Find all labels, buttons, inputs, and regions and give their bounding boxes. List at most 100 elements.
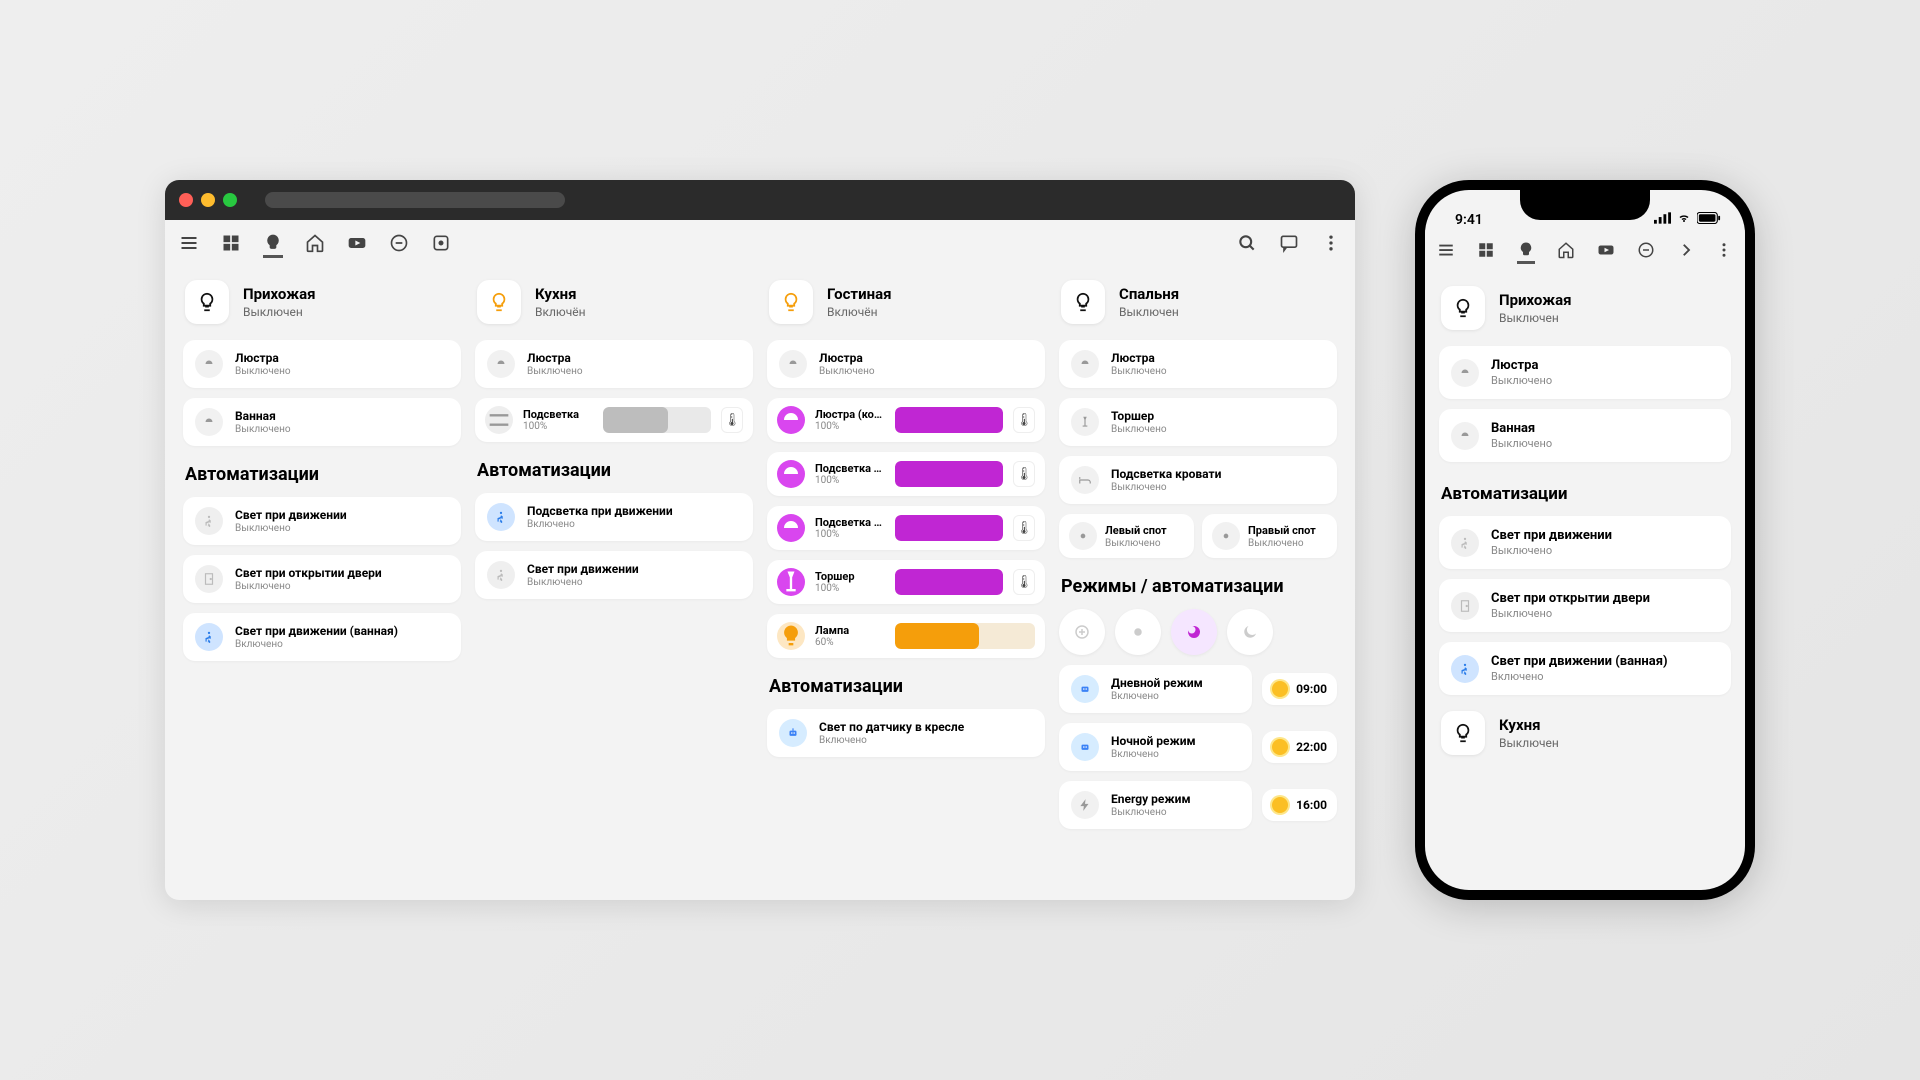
dashboard-icon[interactable]: [1477, 241, 1495, 259]
app-toolbar-mobile: [1425, 230, 1745, 270]
automation-card[interactable]: Подсветка при движенииВключено: [475, 493, 753, 541]
search-icon[interactable]: [1237, 233, 1257, 253]
time-chip[interactable]: 16:00: [1262, 789, 1337, 821]
mode-button[interactable]: [1115, 609, 1161, 655]
device-card[interactable]: ЛюстраВыключено: [1059, 340, 1337, 388]
app-toolbar: [165, 220, 1355, 266]
mode-button-active[interactable]: [1171, 609, 1217, 655]
automation-card[interactable]: Свет при движенииВыключено: [1439, 516, 1731, 569]
video-icon[interactable]: [1597, 241, 1615, 259]
motion-icon: [487, 503, 515, 531]
shield-icon[interactable]: [389, 233, 409, 253]
ceiling-light-icon: [1451, 359, 1479, 387]
window-maximize-dot[interactable]: [223, 193, 237, 207]
color-temp-button[interactable]: 🌡: [1013, 569, 1035, 595]
color-temp-button[interactable]: 🌡: [1013, 515, 1035, 541]
mode-button[interactable]: [1059, 609, 1105, 655]
home-icon[interactable]: [305, 233, 325, 253]
room-header-hall[interactable]: Прихожая Выключен: [183, 276, 461, 330]
window-close-dot[interactable]: [179, 193, 193, 207]
bed-light-icon: [1071, 466, 1099, 494]
color-temp-button[interactable]: 🌡: [721, 407, 743, 433]
browser-window: Прихожая Выключен ЛюстраВыключено Ванная…: [165, 180, 1355, 900]
chevron-right-icon[interactable]: [1677, 241, 1695, 259]
automation-card[interactable]: Свет при движенииВыключено: [183, 497, 461, 545]
floor-lamp-icon: [1071, 408, 1099, 436]
room-header-kitchen[interactable]: Кухня Выключен: [1439, 705, 1731, 761]
automation-card[interactable]: Свет при открытии двериВыключено: [183, 555, 461, 603]
column-kitchen: Кухня Включён ЛюстраВыключено Подсветка1…: [475, 276, 753, 900]
device-card[interactable]: ЛюстраВыключено: [183, 340, 461, 388]
slider-card[interactable]: Подсветка ТВ100% 🌡: [767, 452, 1045, 496]
mode-button[interactable]: [1227, 609, 1273, 655]
phone-content: Прихожая Выключен ЛюстраВыключено Ванная…: [1425, 270, 1745, 890]
device-card[interactable]: ВаннаяВыключено: [1439, 409, 1731, 462]
device-card[interactable]: ЛюстраВыключено: [1439, 346, 1731, 399]
brightness-bar[interactable]: [895, 407, 1003, 433]
time-chip[interactable]: 22:00: [1262, 731, 1337, 763]
more-icon[interactable]: [1321, 233, 1341, 253]
room-header-living[interactable]: Гостиная Включён: [767, 276, 1045, 330]
slider-card[interactable]: Люстра (контур)100% 🌡: [767, 398, 1045, 442]
color-temp-button[interactable]: 🌡: [1013, 461, 1035, 487]
section-heading: Автоматизации: [183, 456, 461, 487]
bulb-icon: [1441, 711, 1485, 755]
slider-card[interactable]: Подсветка сто...100% 🌡: [767, 506, 1045, 550]
browser-chrome: [165, 180, 1355, 220]
device-card[interactable]: Левый спотВыключено: [1059, 514, 1194, 558]
brightness-bar[interactable]: [603, 407, 711, 433]
section-heading: Режимы / автоматизации: [1059, 568, 1337, 599]
room-state: Выключен: [1499, 736, 1559, 750]
room-state: Включён: [535, 305, 586, 319]
brightness-bar[interactable]: [895, 623, 1035, 649]
menu-icon[interactable]: [1437, 241, 1455, 259]
bulb-icon: [1441, 286, 1485, 330]
automation-card[interactable]: Свет при движении (ванная)Включено: [1439, 642, 1731, 695]
slider-card[interactable]: Лампа60%: [767, 614, 1045, 658]
bulb-icon: [477, 280, 521, 324]
section-heading: Автоматизации: [1439, 472, 1731, 506]
dashboard-icon[interactable]: [221, 233, 241, 253]
lights-tab-icon[interactable]: [263, 238, 283, 258]
bulb-icon: [1061, 280, 1105, 324]
device-card[interactable]: ТоршерВыключено: [1059, 398, 1337, 446]
room-header-bedroom[interactable]: Спальня Выключен: [1059, 276, 1337, 330]
menu-icon[interactable]: [179, 233, 199, 253]
device-card[interactable]: Правый спотВыключено: [1202, 514, 1337, 558]
apps-icon[interactable]: [431, 233, 451, 253]
brightness-bar[interactable]: [895, 461, 1003, 487]
lights-tab-icon[interactable]: [1517, 246, 1535, 264]
device-card[interactable]: ЛюстраВыключено: [475, 340, 753, 388]
mode-card[interactable]: Ночной режимВключено: [1059, 723, 1252, 771]
time-chip[interactable]: 09:00: [1262, 673, 1337, 705]
url-bar[interactable]: [265, 192, 565, 208]
automation-card[interactable]: Свет при движенииВыключено: [475, 551, 753, 599]
ceiling-light-icon: [195, 408, 223, 436]
more-icon[interactable]: [1715, 241, 1733, 259]
automation-card[interactable]: Свет по датчику в креслеВключено: [767, 709, 1045, 757]
column-hall: Прихожая Выключен ЛюстраВыключено Ванная…: [183, 276, 461, 900]
color-temp-button[interactable]: 🌡: [1013, 407, 1035, 433]
room-state: Включён: [827, 305, 892, 319]
automation-card[interactable]: Свет при движении (ванная)Включено: [183, 613, 461, 661]
slider-card[interactable]: Подсветка100% 🌡: [475, 398, 753, 442]
room-header-kitchen[interactable]: Кухня Включён: [475, 276, 753, 330]
automation-card[interactable]: Свет при открытии двериВыключено: [1439, 579, 1731, 632]
mode-card[interactable]: Дневной режимВключено: [1059, 665, 1252, 713]
shield-icon[interactable]: [1637, 241, 1655, 259]
robot-icon: [779, 719, 807, 747]
brightness-bar[interactable]: [895, 569, 1003, 595]
chat-icon[interactable]: [1279, 233, 1299, 253]
device-card[interactable]: Подсветка кроватиВыключено: [1059, 456, 1337, 504]
device-card[interactable]: ВаннаяВыключено: [183, 398, 461, 446]
device-card[interactable]: ЛюстраВыключено: [767, 340, 1045, 388]
home-icon[interactable]: [1557, 241, 1575, 259]
mode-card[interactable]: Energy режимВыключено: [1059, 781, 1252, 829]
column-living: Гостиная Включён ЛюстраВыключено Люстра …: [767, 276, 1045, 900]
window-minimize-dot[interactable]: [201, 193, 215, 207]
brightness-bar[interactable]: [895, 515, 1003, 541]
video-icon[interactable]: [347, 233, 367, 253]
room-header-hall[interactable]: Прихожая Выключен: [1439, 280, 1731, 336]
slider-card[interactable]: Торшер100% 🌡: [767, 560, 1045, 604]
ceiling-light-icon: [777, 514, 805, 542]
